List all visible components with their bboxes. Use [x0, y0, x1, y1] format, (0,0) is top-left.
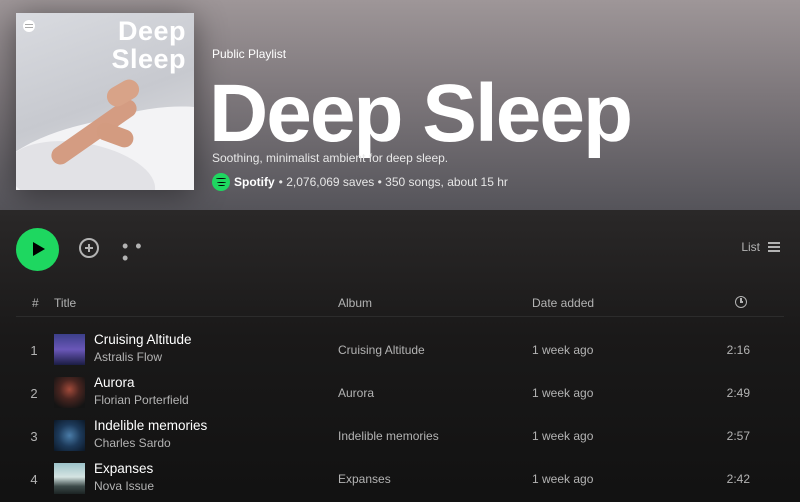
track-date-added: 1 week ago	[532, 472, 594, 486]
header-divider	[16, 316, 784, 317]
owner-link[interactable]: Spotify	[234, 175, 275, 189]
track-duration: 2:16	[726, 343, 750, 357]
more-options-button[interactable]: • • •	[122, 237, 144, 267]
track-artist[interactable]: Florian Porterfield	[94, 393, 189, 407]
spotify-logo-icon	[212, 173, 230, 191]
track-album[interactable]: Indelible memories	[338, 429, 439, 443]
table-row[interactable]: 1 Cruising Altitude Astralis Flow Cruisi…	[0, 330, 800, 373]
track-title[interactable]: Cruising Altitude	[94, 332, 192, 347]
track-thumbnail	[54, 377, 85, 408]
table-row[interactable]: 3 Indelible memories Charles Sardo Indel…	[0, 416, 800, 459]
track-number: 2	[30, 386, 38, 401]
track-date-added: 1 week ago	[532, 343, 594, 357]
playlist-stats: • 2,076,069 saves • 350 songs, about 15 …	[278, 175, 508, 189]
track-date-added: 1 week ago	[532, 429, 594, 443]
track-album[interactable]: Aurora	[338, 386, 374, 400]
track-title[interactable]: Indelible memories	[94, 418, 207, 433]
playlist-byline: Spotify • 2,076,069 saves • 350 songs, a…	[212, 172, 508, 192]
play-button[interactable]	[16, 228, 59, 271]
track-number: 1	[30, 343, 38, 358]
playlist-description: Soothing, minimalist ambient for deep sl…	[212, 151, 449, 165]
page-title: Deep Sleep	[209, 68, 633, 159]
track-duration: 2:42	[726, 472, 750, 486]
list-view-icon	[768, 241, 780, 253]
track-artist[interactable]: Charles Sardo	[94, 436, 171, 450]
cover-title-line: Deep	[117, 16, 186, 46]
spotify-cover-icon	[23, 20, 35, 32]
view-toggle-button[interactable]: List	[741, 240, 780, 254]
clock-icon[interactable]	[735, 296, 747, 308]
track-thumbnail	[54, 334, 85, 365]
track-title[interactable]: Aurora	[94, 375, 135, 390]
table-header: # Title Album Date added	[0, 290, 800, 317]
cover-title-line: Sleep	[111, 44, 186, 74]
track-album[interactable]: Cruising Altitude	[338, 343, 425, 357]
track-duration: 2:57	[726, 429, 750, 443]
add-to-library-button[interactable]	[79, 238, 99, 258]
track-date-added: 1 week ago	[532, 386, 594, 400]
column-album[interactable]: Album	[338, 296, 372, 310]
track-duration: 2:49	[726, 386, 750, 400]
cover-title: Deep Sleep	[111, 17, 186, 73]
view-toggle-label: List	[741, 240, 760, 254]
column-title[interactable]: Title	[54, 296, 76, 310]
column-date-added[interactable]: Date added	[532, 296, 594, 310]
track-title[interactable]: Expanses	[94, 461, 153, 476]
playlist-type-label: Public Playlist	[212, 47, 287, 61]
track-artist[interactable]: Nova Issue	[94, 479, 154, 493]
track-number: 4	[30, 472, 38, 487]
column-number: #	[32, 296, 39, 310]
table-row[interactable]: 4 Expanses Nova Issue Expanses 1 week ag…	[0, 459, 800, 502]
table-row[interactable]: 2 Aurora Florian Porterfield Aurora 1 we…	[0, 373, 800, 416]
playlist-cover[interactable]: Deep Sleep	[16, 13, 194, 190]
track-thumbnail	[54, 420, 85, 451]
track-artist[interactable]: Astralis Flow	[94, 350, 162, 364]
track-thumbnail	[54, 463, 85, 494]
track-number: 3	[30, 429, 38, 444]
track-album[interactable]: Expanses	[338, 472, 391, 486]
